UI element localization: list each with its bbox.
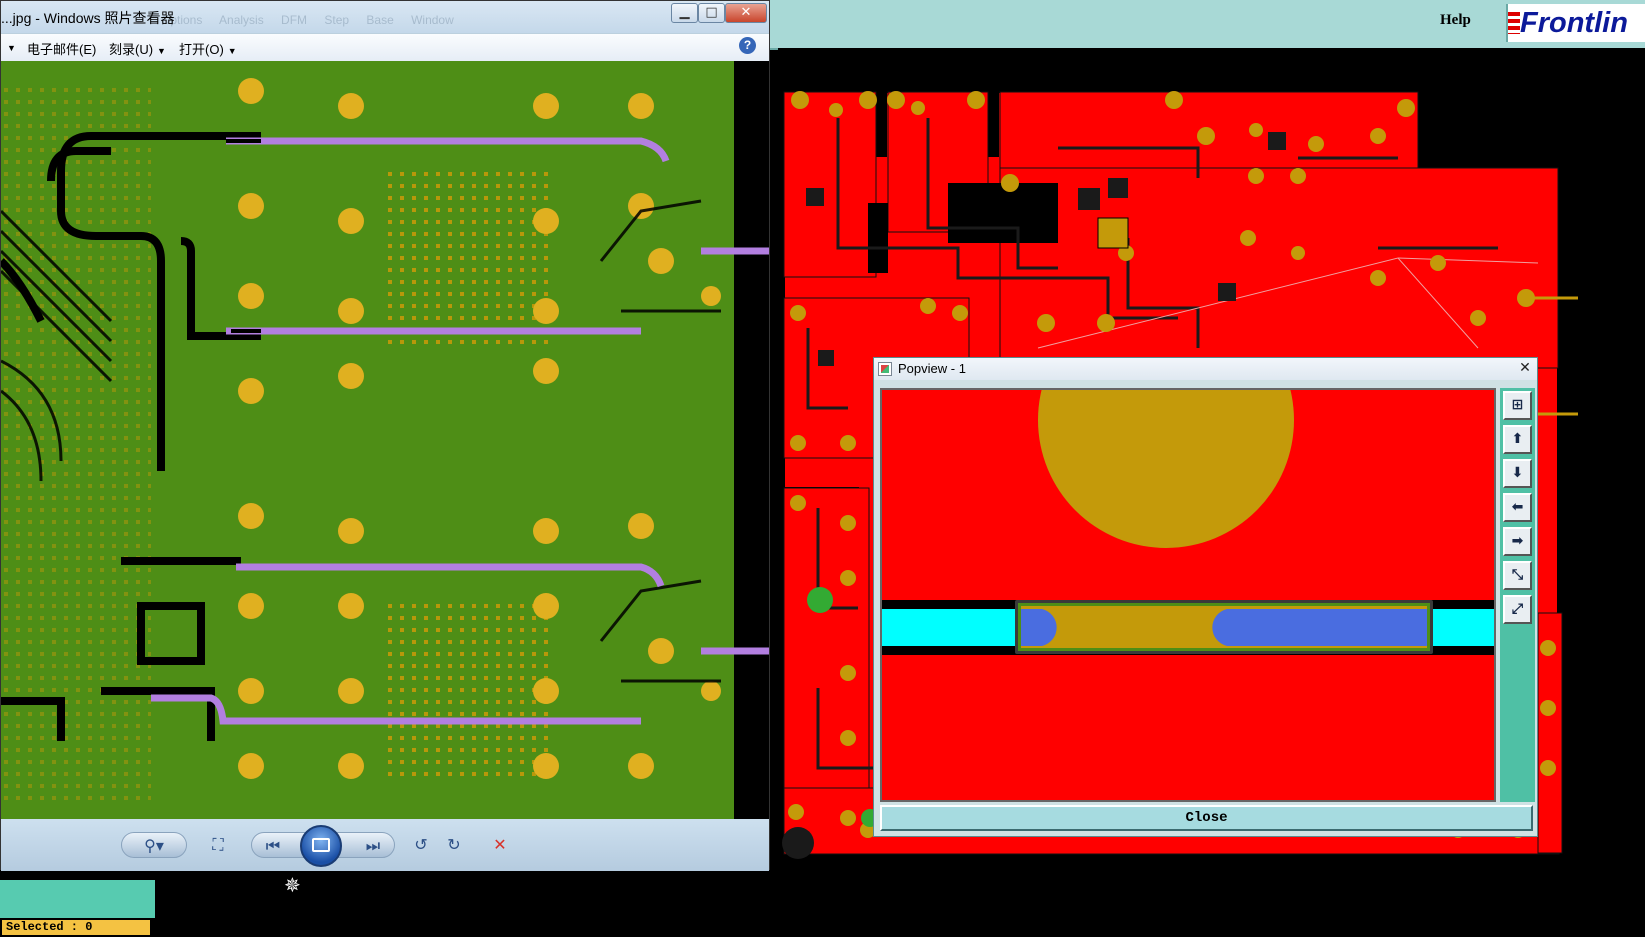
maximize-button[interactable]: □ [698, 3, 725, 23]
menu-burn[interactable]: 刻录(U) ▼ [109, 39, 166, 58]
previous-icon[interactable]: ⏮ [258, 833, 288, 859]
pan-right-button[interactable]: ➡ [1503, 527, 1532, 556]
menu-open[interactable]: 打开(O) ▼ [179, 39, 237, 58]
zoom-fit-button[interactable]: ⊞ [1503, 391, 1532, 420]
window-title: ...jpg - Windows 照片查看器 [1, 10, 175, 26]
frontline-logo: Frontlin [1506, 4, 1645, 42]
menu-email[interactable]: 电子邮件(E) [27, 39, 96, 58]
popview-dialog: Popview - 1 ✕ ⊞ ⬆ ⬇ ⬅ ➡ ⤡ ⤢ Close [873, 357, 1538, 837]
magnifier-icon: ⚲▾ [144, 836, 164, 855]
pan-left-icon: ⬅ [1511, 499, 1524, 515]
pan-up-button[interactable]: ⬆ [1503, 425, 1532, 454]
zoom-out-icon: ⤡ [1511, 567, 1524, 583]
zoom-fit-icon: ⊞ [1511, 397, 1524, 413]
photo-viewer-window: Options Analysis DFM Step Base Window ..… [0, 0, 770, 871]
minimize-button[interactable]: ▁ [671, 3, 698, 23]
zoom-in-icon: ⤢ [1511, 601, 1524, 617]
zoom-out-button[interactable]: ⤡ [1503, 561, 1532, 590]
photo-image [1, 61, 769, 819]
popview-title: Popview - 1 [898, 361, 966, 376]
help-icon[interactable]: ? [739, 37, 756, 54]
zoom-button[interactable]: ⚲▾ [121, 832, 187, 858]
rotate-ccw-icon: ↺ [414, 835, 428, 854]
pcb-photo-graphic [1, 61, 769, 819]
delete-icon: ✕ [493, 835, 507, 854]
crosshair-cursor-icon: ✵ [284, 875, 301, 897]
rotate-cw-icon: ↻ [447, 835, 461, 854]
next-icon[interactable]: ⏭ [358, 833, 388, 859]
selected-count-status: Selected : 0 [0, 918, 152, 937]
pan-up-icon: ⬆ [1511, 431, 1524, 447]
photo-viewer-menubar: ▼ 电子邮件(E) 刻录(U) ▼ 打开(O) ▼ ? [1, 34, 769, 62]
pan-down-icon: ⬇ [1511, 465, 1524, 481]
pan-right-icon: ➡ [1511, 533, 1524, 549]
close-button[interactable]: ✕ [725, 3, 767, 23]
photo-viewer-toolbar: ⚲▾ ⛶ ⏮ ⏭ ↺ ↻ ✕ [1, 819, 769, 871]
popview-side-toolbar: ⊞ ⬆ ⬇ ⬅ ➡ ⤡ ⤢ [1500, 388, 1535, 802]
menu-overflow-arrow[interactable]: ▼ [3, 39, 16, 54]
fit-window-button[interactable]: ⛶ [203, 832, 233, 858]
pan-left-button[interactable]: ⬅ [1503, 493, 1532, 522]
help-menu[interactable]: Help [1440, 12, 1471, 29]
popview-close-button[interactable]: Close [880, 805, 1533, 831]
popview-titlebar[interactable]: Popview - 1 ✕ [874, 358, 1537, 380]
ghost-menu-text: Options Analysis DFM Step Base Window [161, 13, 454, 27]
delete-button[interactable]: ✕ [485, 832, 515, 858]
fit-window-icon: ⛶ [212, 835, 224, 854]
zoom-in-button[interactable]: ⤢ [1503, 595, 1532, 624]
zoomed-pcb-graphic [882, 390, 1494, 800]
rotate-ccw-button[interactable]: ↺ [406, 832, 436, 858]
popview-close-x-button[interactable]: ✕ [1514, 358, 1536, 378]
rotate-cw-button[interactable]: ↻ [439, 832, 469, 858]
logo-text: Frontlin [1520, 7, 1628, 39]
photo-viewer-titlebar[interactable]: Options Analysis DFM Step Base Window ..… [1, 1, 769, 33]
frontline-side-panel [0, 880, 155, 918]
slideshow-button[interactable] [300, 825, 342, 867]
slideshow-icon [312, 838, 330, 852]
pan-down-button[interactable]: ⬇ [1503, 459, 1532, 488]
popview-zoom-canvas[interactable] [880, 388, 1496, 802]
popview-app-icon [878, 362, 892, 376]
